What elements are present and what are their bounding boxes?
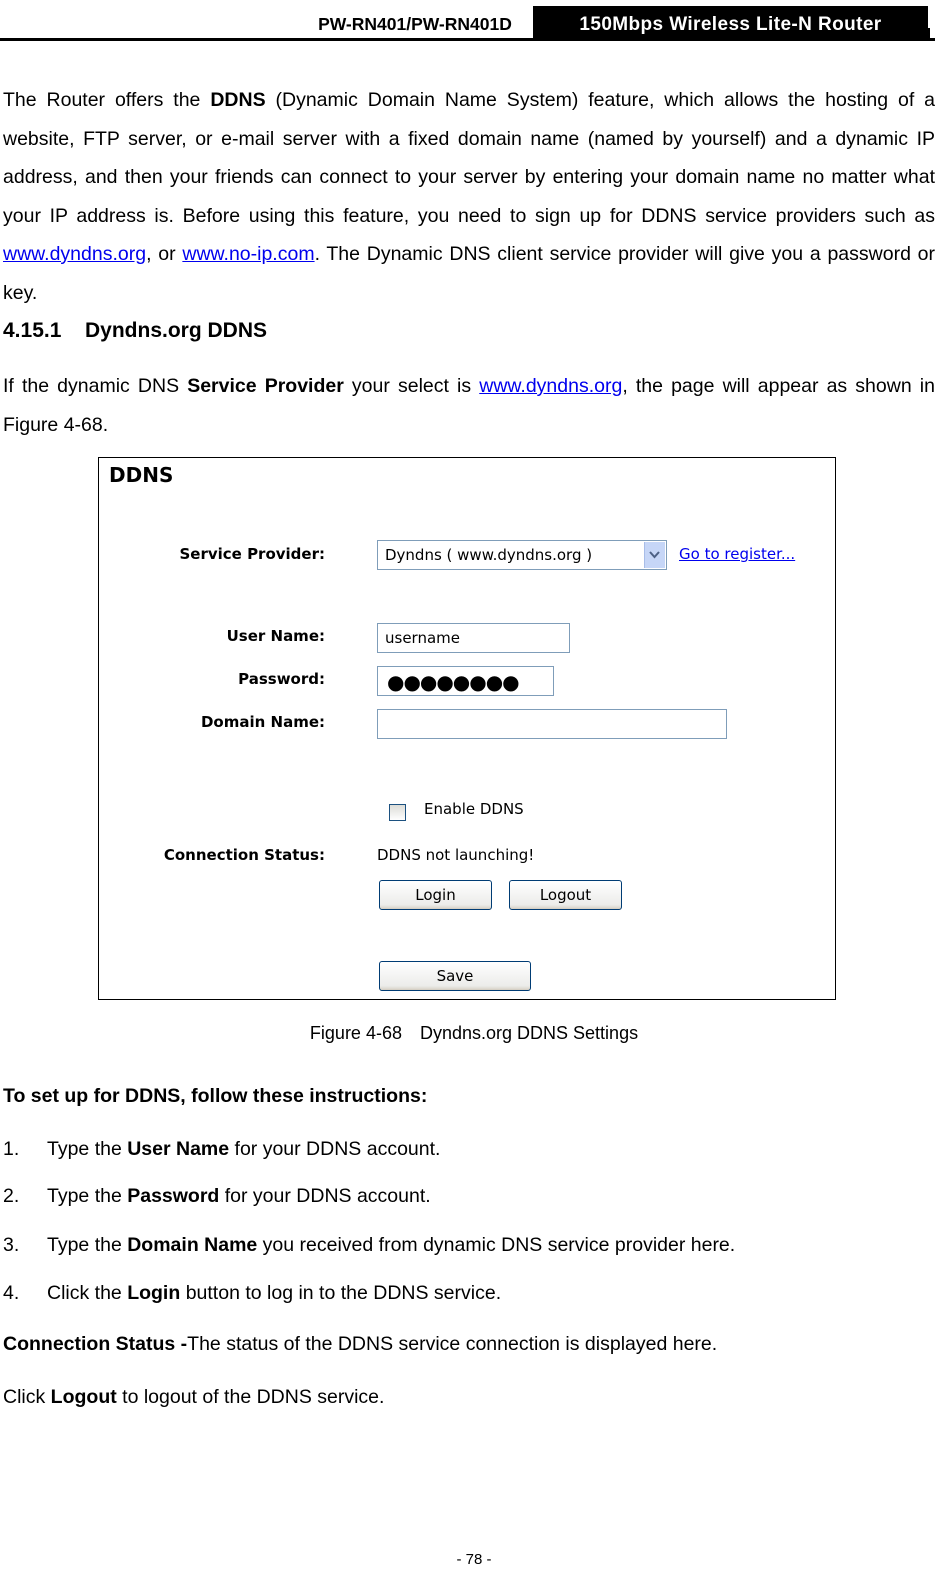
header-product-title: 150Mbps Wireless Lite-N Router	[533, 6, 928, 40]
username-input[interactable]: username	[377, 623, 570, 653]
section-heading: 4.15.1 Dyndns.org DDNS	[3, 316, 267, 346]
step-bold: Domain Name	[127, 1234, 258, 1256]
logout-bold: Logout	[50, 1386, 117, 1408]
login-button[interactable]: Login	[379, 880, 492, 910]
step-2: 2. Type the Password for your DDNS accoun…	[3, 1183, 431, 1209]
service-provider-select[interactable]: Dyndns ( www.dyndns.org )	[377, 540, 667, 570]
section-paragraph: If the dynamic DNS Service Provider your…	[3, 367, 935, 444]
link-dyndns[interactable]: www.dyndns.org	[3, 243, 146, 265]
section-text-1: If the dynamic DNS	[3, 375, 188, 397]
section-bold: Service Provider	[187, 375, 344, 397]
enable-ddns-label: Enable DDNS	[424, 800, 524, 818]
step-text: you received from dynamic DNS service pr…	[257, 1234, 736, 1256]
register-link[interactable]: Go to register...	[679, 545, 795, 563]
step-text: Type the	[47, 1138, 128, 1160]
step-1: 1. Type the User Name for your DDNS accou…	[3, 1136, 440, 1162]
instructions-heading: To set up for DDNS, follow these instruc…	[3, 1085, 428, 1107]
logout-text-post: to logout of the DDNS service.	[116, 1386, 385, 1408]
ddns-settings-figure: DDNS Service Provider: Dyndns ( www.dynd…	[98, 457, 836, 1000]
step-text: button to log in to the DDNS service.	[180, 1282, 502, 1304]
domain-name-input[interactable]	[377, 709, 727, 739]
intro-text-3: , or	[146, 243, 183, 265]
step-bold: Login	[127, 1282, 181, 1304]
step-text: Type the	[47, 1185, 128, 1207]
chevron-down-icon	[649, 551, 660, 559]
step-4: 4. Click the Login button to log in to th…	[3, 1280, 501, 1306]
domain-name-label: Domain Name:	[200, 713, 325, 731]
logout-description: Click Logout to logout of the DDNS servi…	[3, 1384, 384, 1410]
connection-status-text: The status of the DDNS service connectio…	[187, 1333, 718, 1355]
step-number: 1.	[3, 1138, 20, 1160]
connection-status-description: Connection Status -The status of the DDN…	[3, 1331, 717, 1357]
step-number: 4.	[3, 1282, 20, 1304]
connection-status-value: DDNS not launching!	[377, 846, 535, 864]
step-text: Type the	[47, 1234, 128, 1256]
save-button[interactable]: Save	[379, 961, 531, 991]
step-text: for your DDNS account.	[229, 1138, 441, 1160]
logout-text-pre: Click	[3, 1386, 51, 1408]
section-title: Dyndns.org DDNS	[85, 319, 268, 342]
intro-ddns-bold: DDNS	[210, 89, 266, 111]
dropdown-button[interactable]	[644, 542, 665, 568]
section-number: 4.15.1	[3, 319, 62, 342]
section-link-dyndns[interactable]: www.dyndns.org	[479, 375, 622, 397]
step-3: 3. Type the Domain Name you received from…	[3, 1232, 735, 1258]
link-noip[interactable]: www.no-ip.com	[182, 243, 314, 265]
step-bold: User Name	[127, 1138, 230, 1160]
password-label: Password:	[238, 670, 325, 688]
step-bold: Password	[127, 1185, 220, 1207]
enable-ddns-checkbox[interactable]	[389, 804, 406, 821]
connection-status-bold: Connection Status -	[3, 1333, 188, 1355]
password-input[interactable]: ●●●●●●●●	[377, 666, 554, 696]
caption-number: Figure 4-68	[309, 1023, 402, 1043]
service-provider-value: Dyndns ( www.dyndns.org )	[385, 546, 593, 564]
page-number: - 78 -	[456, 1551, 492, 1568]
password-mask: ●●●●●●●●	[387, 670, 520, 694]
connection-status-label: Connection Status:	[163, 846, 325, 864]
step-text: Click the	[47, 1282, 128, 1304]
ddns-title: DDNS	[109, 463, 174, 487]
intro-text-1: The Router offers the	[3, 89, 211, 111]
caption-text: Dyndns.org DDNS Settings	[419, 1023, 639, 1043]
step-number: 2.	[3, 1185, 20, 1207]
intro-paragraph: The Router offers the DDNS (Dynamic Doma…	[3, 81, 935, 312]
username-label: User Name:	[226, 627, 325, 645]
figure-caption: Figure 4-68 Dyndns.org DDNS Settings	[0, 1020, 948, 1046]
step-text: for your DDNS account.	[219, 1185, 431, 1207]
header-model: PW-RN401/PW-RN401D	[318, 14, 512, 34]
logout-button[interactable]: Logout	[509, 880, 622, 910]
header-rule	[0, 38, 935, 41]
step-number: 3.	[3, 1234, 20, 1256]
section-text-2: your select is	[343, 375, 480, 397]
service-provider-label: Service Provider:	[179, 545, 325, 563]
